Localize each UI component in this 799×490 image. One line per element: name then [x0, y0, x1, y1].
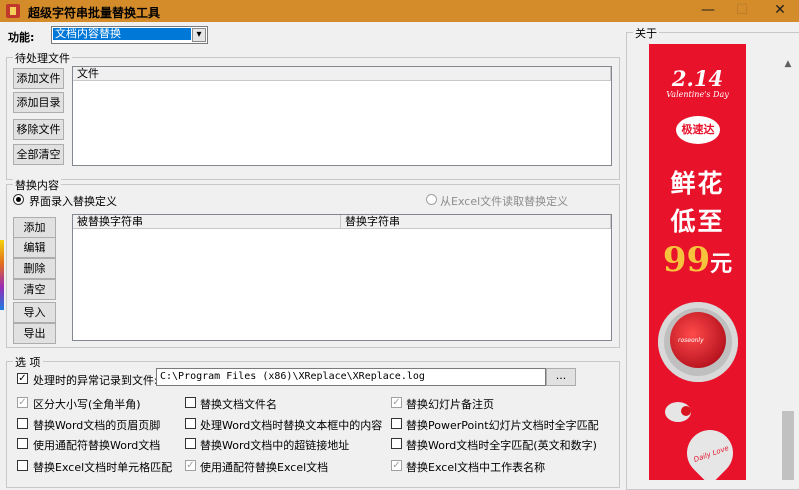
- ad-price-unit: 元: [710, 252, 733, 277]
- window-title: 超级字符串批量替换工具: [28, 6, 161, 20]
- minimize-button[interactable]: —: [690, 0, 726, 22]
- add-button[interactable]: 添加: [13, 217, 56, 238]
- replaced-string-column-header[interactable]: 被替换字符串: [73, 215, 341, 229]
- about-group-title: 关于: [633, 25, 659, 41]
- files-group-title: 待处理文件: [13, 50, 72, 66]
- ad-price: 99元: [649, 240, 746, 280]
- ad-line-2: 低至: [670, 207, 725, 236]
- radio-ui-label: 界面录入替换定义: [29, 195, 117, 208]
- file-column-header[interactable]: 文件: [73, 67, 611, 81]
- heart-pendant-image: Daily Love: [657, 396, 743, 480]
- clear-all-button[interactable]: 全部清空: [13, 144, 64, 165]
- option-word-wildcard-label: 使用通配符替换Word文档: [33, 439, 161, 452]
- browse-button[interactable]: ...: [546, 368, 576, 386]
- scroll-up-arrow-icon[interactable]: ▲: [780, 56, 796, 72]
- option-excel-sheet-name-checkbox[interactable]: [391, 460, 402, 471]
- ad-banner[interactable]: 2.14 Valentine's Day 极速达 鲜花 低至 99元 roseo…: [649, 44, 746, 480]
- ad-subheadline: Valentine's Day: [666, 90, 729, 99]
- option-word-header-footer-label: 替换Word文档的页眉页脚: [33, 419, 161, 432]
- maximize-button[interactable]: ☐: [724, 0, 760, 22]
- option-excel-sheet-name-label: 替换Excel文档中工作表名称: [406, 461, 546, 474]
- app-icon: [6, 4, 20, 18]
- radio-ui-input[interactable]: [13, 194, 24, 205]
- scrollbar-thumb[interactable]: [782, 411, 794, 480]
- add-file-button[interactable]: 添加文件: [13, 68, 64, 89]
- option-excel-cell-match-label: 替换Excel文档时单元格匹配: [33, 461, 173, 474]
- option-word-textbox-label: 处理Word文档时替换文本框中的内容: [200, 419, 383, 432]
- clear-button[interactable]: 清空: [13, 279, 56, 300]
- log-path-field[interactable]: C:\Program Files (x86)\XReplace\XReplace…: [156, 368, 546, 386]
- option-excel-cell-match-checkbox[interactable]: [17, 460, 28, 471]
- option-rename-files-checkbox[interactable]: [185, 397, 196, 408]
- option-excel-wildcard-label: 使用通配符替换Excel文档: [200, 461, 329, 474]
- function-select[interactable]: 文档内容替换 ▾: [51, 26, 208, 44]
- function-label: 功能:: [8, 31, 35, 44]
- replace-list[interactable]: 被替换字符串 替换字符串: [72, 214, 612, 341]
- radio-excel-input[interactable]: [426, 194, 437, 205]
- option-word-hyperlink-checkbox[interactable]: [185, 438, 196, 449]
- option-ppt-whole-word-label: 替换PowerPoint幻灯片文档时全字匹配: [406, 419, 599, 432]
- ad-headline: 2.14: [671, 66, 724, 91]
- add-directory-button[interactable]: 添加目录: [13, 92, 64, 113]
- option-word-wildcard-checkbox[interactable]: [17, 438, 28, 449]
- rose-box-label: roseonly: [678, 337, 704, 344]
- ad-line-1: 鲜花: [670, 169, 725, 198]
- function-selected-value: 文档内容替换: [53, 28, 191, 40]
- options-group-title: 选 项: [13, 354, 43, 370]
- option-rename-files-label: 替换文档文件名: [200, 398, 277, 411]
- log-errors-checkbox[interactable]: [17, 373, 28, 384]
- import-button[interactable]: 导入: [13, 302, 56, 323]
- option-excel-wildcard-checkbox[interactable]: [185, 460, 196, 471]
- ad-price-value: 99: [662, 240, 711, 280]
- log-errors-label: 处理时的异常记录到文件:: [33, 374, 158, 387]
- ad-badge: 极速达: [676, 116, 720, 144]
- radio-excel-label: 从Excel文件读取替换定义: [440, 195, 569, 208]
- side-strip: [0, 240, 4, 310]
- edit-button[interactable]: 编辑: [13, 237, 56, 258]
- option-case-sensitive-checkbox[interactable]: [17, 397, 28, 408]
- option-case-sensitive-label: 区分大小写(全角半角): [33, 398, 141, 411]
- option-word-header-footer-checkbox[interactable]: [17, 418, 28, 429]
- replacement-string-column-header[interactable]: 替换字符串: [341, 215, 611, 229]
- remove-file-button[interactable]: 移除文件: [13, 119, 64, 140]
- option-ppt-whole-word-checkbox[interactable]: [391, 418, 402, 429]
- option-word-whole-word-label: 替换Word文档时全字匹配(英文和数字): [406, 439, 597, 452]
- delete-button[interactable]: 删除: [13, 258, 56, 279]
- option-word-textbox-checkbox[interactable]: [185, 418, 196, 429]
- replace-group-title: 替换内容: [13, 177, 61, 193]
- option-word-hyperlink-label: 替换Word文档中的超链接地址: [200, 439, 350, 452]
- option-word-whole-word-checkbox[interactable]: [391, 438, 402, 449]
- option-slide-notes-checkbox[interactable]: [391, 397, 402, 408]
- close-button[interactable]: ✕: [762, 0, 798, 22]
- rose-box-image: roseonly: [658, 302, 738, 382]
- file-list[interactable]: 文件: [72, 66, 612, 166]
- option-slide-notes-label: 替换幻灯片备注页: [406, 398, 494, 411]
- vertical-scrollbar[interactable]: ▲: [779, 44, 797, 480]
- chevron-down-icon[interactable]: ▾: [192, 28, 206, 42]
- export-button[interactable]: 导出: [13, 323, 56, 344]
- title-bar: 超级字符串批量替换工具 — ☐ ✕: [0, 0, 799, 22]
